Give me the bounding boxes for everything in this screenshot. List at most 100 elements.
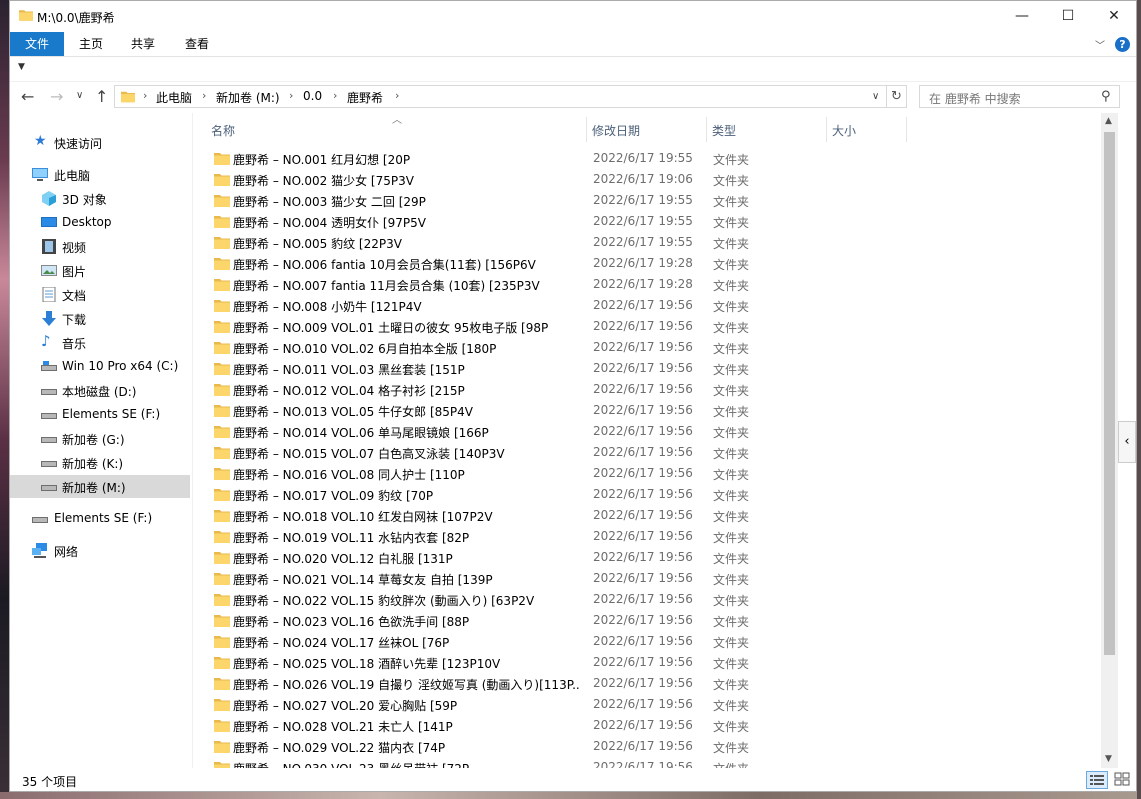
ribbon-expand-chevron-icon[interactable]: ﹀ (1095, 37, 1105, 52)
nav-item-drive-f[interactable]: Elements SE (F:) (10, 403, 190, 426)
breadcrumb-this-pc[interactable]: 此电脑 (156, 89, 192, 106)
nav-item-music[interactable]: ♪ 音乐 (10, 331, 190, 354)
nav-item-pictures[interactable]: 图片 (10, 259, 190, 282)
file-row[interactable]: 鹿野希 – NO.007 fantia 11月会员合集 (10套) [235P3… (204, 274, 1094, 295)
file-row[interactable]: 鹿野希 – NO.023 VOL.16 色欲洗手间 [88P 2022/6/17 … (204, 610, 1094, 631)
file-row[interactable]: 鹿野希 – NO.013 VOL.05 牛仔女郎 [85P4V 2022/6/17… (204, 400, 1094, 421)
breadcrumb-separator-icon[interactable]: › (333, 89, 337, 102)
file-row[interactable]: 鹿野希 – NO.022 VOL.15 豹纹胖次 (動画入り) [63P2V 20… (204, 589, 1094, 610)
nav-item-this-pc[interactable]: 此电脑 (10, 163, 190, 186)
file-row[interactable]: 鹿野希 – NO.004 透明女仆 [97P5V 2022/6/17 19:55 文… (204, 211, 1094, 232)
address-bar[interactable]: › 此电脑 › 新加卷 (M:) › 0.0 › 鹿野希 › ∨ (114, 85, 887, 108)
nav-item-3d-objects[interactable]: 3D 对象 (10, 187, 190, 210)
scroll-up-icon[interactable]: ▲ (1105, 116, 1112, 126)
nav-item-documents[interactable]: 文档 (10, 283, 190, 306)
up-arrow-icon[interactable]: ↑ (95, 87, 108, 106)
file-name: 鹿野希 – NO.023 VOL.16 色欲洗手间 [88P (233, 615, 470, 629)
nav-item-drive-c[interactable]: Win 10 Pro x64 (C:) (10, 355, 190, 378)
nav-item-drive-k[interactable]: 新加卷 (K:) (10, 451, 190, 474)
file-row[interactable]: 鹿野希 – NO.009 VOL.01 土曜日の彼女 95枚电子版 [98P 20… (204, 316, 1094, 337)
file-row[interactable]: 鹿野希 – NO.006 fantia 10月会员合集(11套) [156P6V… (204, 253, 1094, 274)
scrollbar-thumb[interactable] (1104, 132, 1115, 655)
nav-item-drive-g[interactable]: 新加卷 (G:) (10, 427, 190, 450)
file-row[interactable]: 鹿野希 – NO.021 VOL.14 草莓女友 自拍 [139P 2022/6/… (204, 568, 1094, 589)
file-row[interactable]: 鹿野希 – NO.020 VOL.12 白礼服 [131P 2022/6/17 1… (204, 547, 1094, 568)
close-button[interactable]: ✕ (1091, 1, 1137, 31)
preview-pane-toggle-button[interactable]: ‹ (1118, 421, 1136, 463)
nav-item-desktop[interactable]: Desktop (10, 211, 190, 234)
folder-icon (214, 720, 230, 732)
back-arrow-icon[interactable]: ← (21, 87, 34, 106)
large-icons-view-button[interactable] (1112, 771, 1132, 789)
file-row[interactable]: 鹿野希 – NO.012 VOL.04 格子衬衫 [215P 2022/6/17 … (204, 379, 1094, 400)
file-modified-date: 2022/6/17 19:56 (593, 487, 693, 501)
details-view-button[interactable] (1086, 771, 1108, 789)
nav-item-downloads[interactable]: 下载 (10, 307, 190, 330)
tab-home[interactable]: 主页 (70, 32, 112, 56)
column-header-type[interactable]: 类型 (712, 122, 736, 147)
file-row[interactable]: 鹿野希 – NO.017 VOL.09 豹纹 [70P 2022/6/17 19:… (204, 484, 1094, 505)
file-row[interactable]: 鹿野希 – NO.028 VOL.21 未亡人 [141P 2022/6/17 1… (204, 715, 1094, 736)
column-separator[interactable] (706, 117, 707, 142)
breadcrumb-folder-0-0[interactable]: 0.0 (303, 89, 322, 103)
vertical-scrollbar[interactable]: ▲ ▼ (1101, 113, 1118, 768)
file-row[interactable]: 鹿野希 – NO.027 VOL.20 爱心胸贴 [59P 2022/6/17 1… (204, 694, 1094, 715)
file-row[interactable]: 鹿野希 – NO.024 VOL.17 丝袜OL [76P 2022/6/17 1… (204, 631, 1094, 652)
file-row[interactable]: 鹿野希 – NO.001 红月幻想 [20P 2022/6/17 19:55 文件夹 (204, 148, 1094, 169)
file-row[interactable]: 鹿野希 – NO.014 VOL.06 单马尾眼镜娘 [166P 2022/6/1… (204, 421, 1094, 442)
file-row[interactable]: 鹿野希 – NO.005 豹纹 [22P3V 2022/6/17 19:55 文件夹 (204, 232, 1094, 253)
file-row[interactable]: 鹿野希 – NO.026 VOL.19 自撮り 淫纹姬写真 (動画入り)[113… (204, 673, 1094, 694)
nav-item-quick-access[interactable]: ★ 快速访问 (10, 131, 190, 154)
file-row[interactable]: 鹿野希 – NO.025 VOL.18 酒醉い先辈 [123P10V 2022/6… (204, 652, 1094, 673)
file-row[interactable]: 鹿野希 – NO.015 VOL.07 白色高叉泳装 [140P3V 2022/6… (204, 442, 1094, 463)
minimize-button[interactable]: — (999, 1, 1045, 31)
help-icon[interactable]: ? (1115, 37, 1130, 52)
nav-label: Elements SE (F:) (62, 407, 161, 421)
file-row[interactable]: 鹿野希 – NO.002 猫少女 [75P3V 2022/6/17 19:06 文件… (204, 169, 1094, 190)
scroll-down-icon[interactable]: ▼ (1105, 754, 1112, 764)
refresh-button[interactable]: ↻ (887, 85, 907, 108)
tab-view[interactable]: 查看 (176, 32, 218, 56)
column-header-size[interactable]: 大小 (832, 122, 856, 147)
breadcrumb-separator-icon[interactable]: › (202, 89, 206, 102)
breadcrumb-separator-icon[interactable]: › (143, 89, 147, 102)
folder-icon (214, 363, 230, 375)
file-row[interactable]: 鹿野希 – NO.011 VOL.03 黑丝套装 [151P 2022/6/17 … (204, 358, 1094, 379)
column-separator[interactable] (906, 117, 907, 142)
file-row[interactable]: 鹿野希 – NO.008 小奶牛 [121P4V 2022/6/17 19:56 文… (204, 295, 1094, 316)
tab-share[interactable]: 共享 (122, 32, 164, 56)
nav-item-drive-m[interactable]: 新加卷 (M:) (10, 475, 190, 498)
breadcrumb-separator-icon[interactable]: › (289, 89, 293, 102)
breadcrumb-current-folder[interactable]: 鹿野希 (347, 89, 383, 106)
customize-toolbar-icon[interactable]: ▼ (18, 62, 25, 72)
file-name: 鹿野希 – NO.004 透明女仆 [97P5V (233, 216, 426, 230)
address-history-chevron-icon[interactable]: ∨ (872, 91, 879, 102)
nav-item-drive-f-external[interactable]: Elements SE (F:) (10, 507, 190, 530)
tab-file[interactable]: 文件 (10, 32, 64, 56)
column-separator[interactable] (826, 117, 827, 142)
nav-item-videos[interactable]: 视频 (10, 235, 190, 258)
search-input[interactable]: 在 鹿野希 中搜索 ⚲ (919, 85, 1120, 108)
column-header-name[interactable]: 名称 (211, 122, 235, 147)
nav-item-drive-d[interactable]: 本地磁盘 (D:) (10, 379, 190, 402)
file-row[interactable]: 鹿野希 – NO.030 VOL.23 黑丝吊带袜 [72P 2022/6/17 … (204, 757, 1094, 768)
file-row[interactable]: 鹿野希 – NO.018 VOL.10 红发白网袜 [107P2V 2022/6/… (204, 505, 1094, 526)
breadcrumb-separator-icon[interactable]: › (395, 89, 399, 102)
file-name: 鹿野希 – NO.002 猫少女 [75P3V (233, 174, 414, 188)
search-icon[interactable]: ⚲ (1101, 89, 1111, 104)
pane-divider[interactable] (192, 113, 193, 768)
column-separator[interactable] (586, 117, 587, 142)
maximize-button[interactable]: ☐ (1045, 1, 1091, 31)
column-header-modified[interactable]: 修改日期 (592, 122, 640, 147)
file-row[interactable]: 鹿野希 – NO.003 猫少女 二回 [29P 2022/6/17 19:55 文… (204, 190, 1094, 211)
file-row[interactable]: 鹿野希 – NO.016 VOL.08 同人护士 [110P 2022/6/17 … (204, 463, 1094, 484)
recent-locations-chevron-icon[interactable]: ∨ (76, 90, 83, 101)
file-row[interactable]: 鹿野希 – NO.019 VOL.11 水钻内衣套 [82P 2022/6/17 … (204, 526, 1094, 547)
file-modified-date: 2022/6/17 19:56 (593, 655, 693, 669)
breadcrumb-drive-m[interactable]: 新加卷 (M:) (216, 89, 280, 106)
file-name: 鹿野希 – NO.010 VOL.02 6月自拍本全版 [180P (233, 342, 497, 356)
file-row[interactable]: 鹿野希 – NO.029 VOL.22 猫内衣 [74P 2022/6/17 19… (204, 736, 1094, 757)
nav-item-network[interactable]: 网络 (10, 539, 190, 562)
file-row[interactable]: 鹿野希 – NO.010 VOL.02 6月自拍本全版 [180P 2022/6/… (204, 337, 1094, 358)
forward-arrow-icon[interactable]: → (50, 87, 63, 106)
